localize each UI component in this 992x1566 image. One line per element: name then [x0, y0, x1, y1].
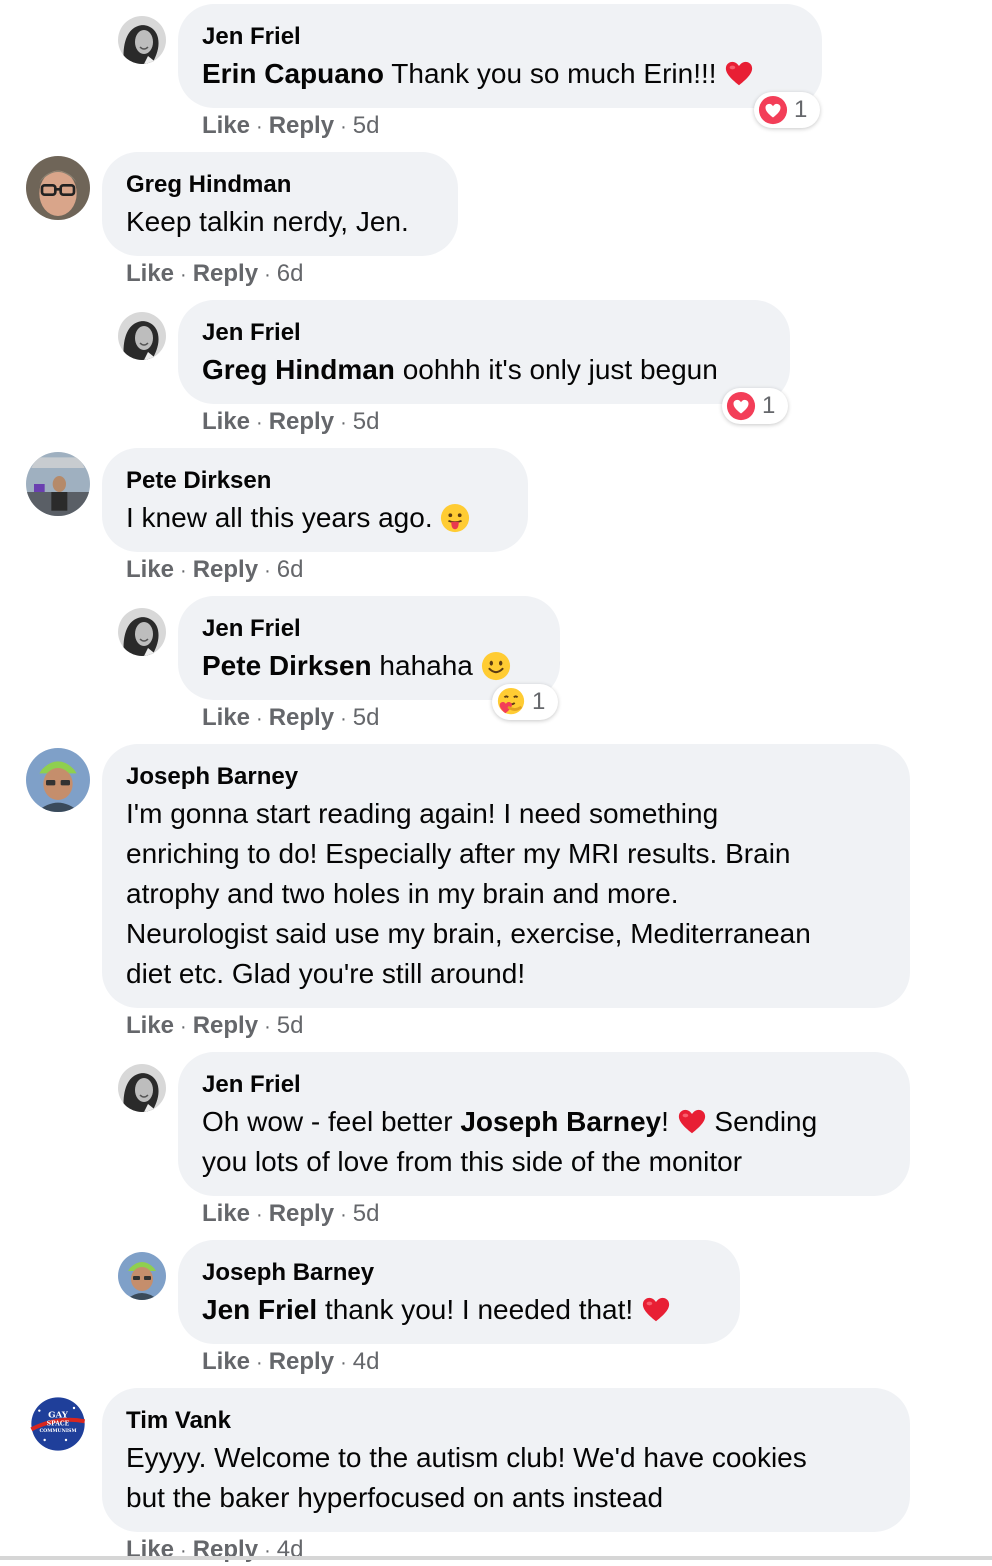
comment-author[interactable]: Joseph Barney — [126, 762, 886, 792]
comment-bubble: Joseph Barney Jen Friel thank you! I nee… — [178, 1240, 740, 1344]
avatar[interactable] — [118, 312, 166, 360]
comment-text: Pete Dirksen hahaha — [202, 646, 536, 686]
heart-emoji-icon — [677, 1107, 707, 1137]
comment-timestamp[interactable]: 5d — [353, 1200, 380, 1227]
comment-bubble: Tim Vank Eyyyy. Welcome to the autism cl… — [102, 1388, 910, 1532]
comment-author[interactable]: Tim Vank — [126, 1406, 886, 1436]
comment-actions: Like · Reply · 5d — [202, 408, 380, 435]
comment-text: I knew all this years ago. — [126, 498, 504, 538]
avatar[interactable] — [118, 16, 166, 64]
logo-text: COMMUNISM — [39, 1428, 76, 1434]
mention-link[interactable]: Greg Hindman — [202, 354, 395, 385]
comment-actions: Like · Reply · 4d — [202, 1348, 380, 1375]
comment-actions: Like · Reply · 6d — [126, 260, 304, 287]
mention-link[interactable]: Jen Friel — [202, 1294, 317, 1325]
comment-actions: Like · Reply · 5d — [126, 1012, 304, 1039]
comment-actions: Like · Reply · 5d — [202, 704, 380, 731]
comment-text: Eyyyy. Welcome to the autism club! We'd … — [126, 1442, 807, 1513]
mention-link[interactable]: Erin Capuano — [202, 58, 384, 89]
reply-button[interactable]: Reply — [269, 1348, 334, 1375]
reply-button[interactable]: Reply — [269, 1200, 334, 1227]
heart-emoji-icon — [641, 1295, 671, 1325]
comment-author[interactable]: Pete Dirksen — [126, 466, 504, 496]
like-button[interactable]: Like — [126, 1012, 174, 1039]
care-reaction-icon — [496, 687, 526, 717]
comment-actions: Like · Reply · 4d — [126, 1536, 304, 1563]
like-button[interactable]: Like — [202, 704, 250, 731]
reaction-count[interactable]: 1 — [754, 92, 820, 128]
comment-timestamp[interactable]: 6d — [277, 556, 304, 583]
reply-button[interactable]: Reply — [269, 704, 334, 731]
avatar[interactable] — [26, 156, 90, 220]
avatar[interactable] — [26, 748, 90, 812]
comment-text: Jen Friel thank you! I needed that! — [202, 1290, 716, 1330]
like-button[interactable]: Like — [126, 556, 174, 583]
reply-button[interactable]: Reply — [193, 1012, 258, 1039]
comment-author[interactable]: Joseph Barney — [202, 1258, 716, 1288]
reply-button[interactable]: Reply — [193, 260, 258, 287]
comment-bubble: Jen Friel Oh wow - feel better Joseph Ba… — [178, 1052, 910, 1196]
comment-author[interactable]: Jen Friel — [202, 22, 798, 52]
comment-text: Erin Capuano Thank you so much Erin!!! — [202, 54, 798, 94]
love-reaction-icon — [758, 95, 788, 125]
comment-text: Oh wow - feel better Joseph Barney! Send… — [202, 1106, 818, 1177]
comment-author[interactable]: Jen Friel — [202, 1070, 886, 1100]
comment-bubble: Jen Friel Greg Hindman oohhh it's only j… — [178, 300, 790, 404]
reaction-count[interactable]: 1 — [492, 684, 558, 720]
avatar[interactable] — [118, 608, 166, 656]
reaction-count[interactable]: 1 — [722, 388, 788, 424]
comment-bubble: Jen Friel Erin Capuano Thank you so much… — [178, 4, 822, 108]
comment-bubble: Pete Dirksen I knew all this years ago. — [102, 448, 528, 552]
comment-text: Keep talkin nerdy, Jen. — [126, 206, 409, 237]
comment-author[interactable]: Greg Hindman — [126, 170, 434, 200]
comment-timestamp[interactable]: 5d — [353, 408, 380, 435]
comment-timestamp[interactable]: 5d — [353, 112, 380, 139]
avatar[interactable] — [118, 1064, 166, 1112]
comment-timestamp[interactable]: 6d — [277, 260, 304, 287]
comment-author[interactable]: Jen Friel — [202, 614, 536, 644]
avatar[interactable]: GAY SPACE COMMUNISM — [26, 1392, 90, 1456]
avatar[interactable] — [118, 1252, 166, 1300]
comment-text: I'm gonna start reading again! I need so… — [126, 798, 811, 989]
like-button[interactable]: Like — [202, 408, 250, 435]
reply-button[interactable]: Reply — [269, 112, 334, 139]
comment-text: Greg Hindman oohhh it's only just begun — [202, 354, 718, 385]
mention-link[interactable]: Pete Dirksen — [202, 650, 372, 681]
like-button[interactable]: Like — [126, 260, 174, 287]
tongue-emoji-icon — [440, 503, 470, 533]
comment-bubble: Greg Hindman Keep talkin nerdy, Jen. — [102, 152, 458, 256]
comment-actions: Like · Reply · 5d — [202, 1200, 380, 1227]
window-bottom-edge — [0, 1556, 992, 1560]
comment-timestamp[interactable]: 5d — [353, 704, 380, 731]
reply-button[interactable]: Reply — [193, 556, 258, 583]
logo-text: SPACE — [47, 1420, 70, 1427]
mention-link[interactable]: Joseph Barney — [460, 1106, 661, 1137]
reply-button[interactable]: Reply — [269, 408, 334, 435]
like-button[interactable]: Like — [202, 1200, 250, 1227]
smile-emoji-icon — [481, 651, 511, 681]
comment-timestamp[interactable]: 5d — [277, 1012, 304, 1039]
like-button[interactable]: Like — [202, 1348, 250, 1375]
comment-actions: Like · Reply · 6d — [126, 556, 304, 583]
comment-bubble: Joseph Barney I'm gonna start reading ag… — [102, 744, 910, 1008]
love-reaction-icon — [726, 391, 756, 421]
logo-text: GAY — [48, 1410, 69, 1420]
heart-emoji-icon — [724, 59, 754, 89]
avatar[interactable] — [26, 452, 90, 516]
comment-actions: Like · Reply · 5d — [202, 112, 380, 139]
comment-timestamp[interactable]: 4d — [353, 1348, 380, 1375]
like-button[interactable]: Like — [202, 112, 250, 139]
comment-author[interactable]: Jen Friel — [202, 318, 766, 348]
